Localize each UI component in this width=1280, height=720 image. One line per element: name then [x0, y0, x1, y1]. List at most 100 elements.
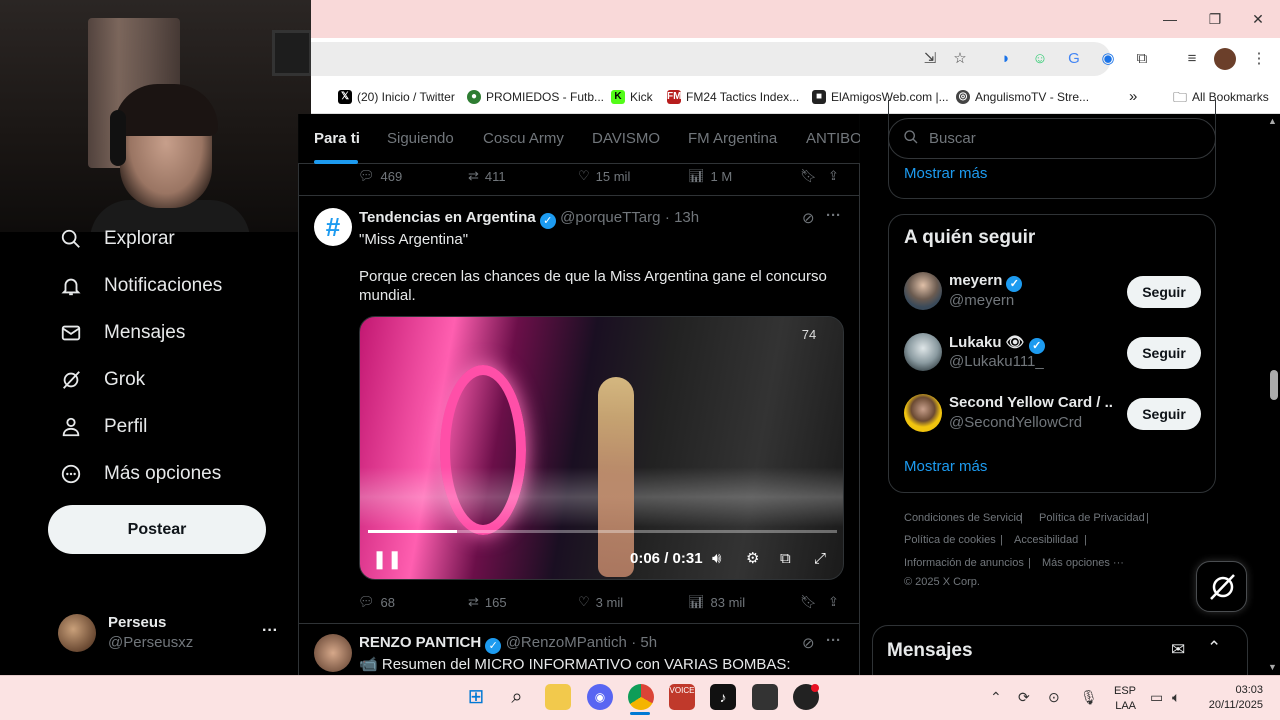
show-more-link[interactable]: Mostrar más — [904, 458, 987, 475]
tweet-time[interactable]: · 5h — [631, 634, 657, 651]
repost-button[interactable]: ⇄ 165 — [468, 592, 507, 612]
voicemeeter-icon[interactable]: VOICE — [669, 684, 695, 710]
show-more-link[interactable]: Mostrar más — [904, 165, 987, 182]
tray-overflow-icon[interactable]: ⌃ — [990, 687, 1002, 707]
follow-user-handle[interactable]: @meyern — [949, 292, 1014, 309]
grok-explain-icon[interactable]: ⊘ — [802, 634, 815, 652]
pause-icon[interactable]: ❚❚ — [372, 547, 402, 571]
follow-button[interactable]: Seguir — [1127, 398, 1201, 430]
follow-user-name[interactable]: Second Yellow Card / ... — [949, 394, 1114, 411]
reply-button[interactable]: 💬︎ 68 — [358, 592, 395, 612]
close-window-button[interactable]: ✕ — [1243, 10, 1273, 28]
pip-icon[interactable]: ⧉ — [780, 547, 791, 571]
follow-user-handle[interactable]: @SecondYellowCrd — [949, 414, 1082, 431]
file-explorer-icon[interactable] — [545, 684, 571, 710]
repost-button[interactable]: ⇄ 411 — [468, 166, 506, 186]
tab-fm-argentina[interactable]: FM Argentina — [688, 130, 777, 147]
sidebar-item-notificaciones[interactable]: Notificaciones — [58, 271, 222, 301]
tweet-author-name[interactable]: Tendencias en Argentina — [359, 209, 536, 226]
avatar[interactable] — [904, 272, 942, 310]
scroll-down-icon[interactable]: ▼ — [1268, 662, 1277, 672]
tab-davismo[interactable]: DAVISMO — [592, 130, 660, 147]
address-bar[interactable] — [311, 42, 1111, 76]
sidebar-item-mas-opciones[interactable]: Más opciones — [58, 459, 221, 489]
clock-date[interactable]: 20/11/2025 — [1195, 699, 1263, 711]
footer-link[interactable]: Política de Privacidad — [1039, 512, 1145, 524]
settings-gear-icon[interactable]: ⚙ — [746, 547, 759, 571]
tweet-avatar[interactable]: # — [314, 208, 352, 246]
app-thumbnail-icon[interactable] — [752, 684, 778, 710]
avatar[interactable] — [904, 394, 942, 432]
tab-antibo[interactable]: ANTIBO — [806, 130, 860, 147]
follow-user-name[interactable]: meyern ✓ — [949, 272, 1023, 292]
footer-link[interactable]: Accesibilidad — [1014, 534, 1078, 546]
tweet-more-icon[interactable]: ··· — [826, 207, 841, 224]
taskbar-search-icon[interactable]: ⌕ — [504, 684, 530, 710]
speaker-icon[interactable]: 🔈︎ — [1172, 687, 1180, 707]
follow-user-handle[interactable]: @Lukaku111_ — [949, 353, 1044, 370]
sidebar-item-explorar[interactable]: Explorar — [58, 224, 175, 254]
tab-siguiendo[interactable]: Siguiendo — [387, 130, 454, 147]
sidebar-item-grok[interactable]: Grok — [58, 365, 145, 395]
search-input[interactable]: Buscar — [888, 118, 1216, 159]
profile-avatar[interactable] — [1214, 48, 1236, 70]
like-button[interactable]: ♡ 15 mil — [578, 166, 630, 186]
account-switcher[interactable]: Perseus @Perseusxz ··· — [58, 612, 288, 656]
footer-link[interactable]: Condiciones de Servicio — [904, 512, 1022, 524]
views-button[interactable]: 📊︎ 1 M — [688, 166, 732, 186]
sidebar-item-mensajes[interactable]: Mensajes — [58, 318, 185, 348]
tab-coscu-army[interactable]: Coscu Army — [483, 130, 564, 147]
reply-button[interactable]: 💬︎ 469 — [358, 166, 402, 186]
avatar[interactable] — [904, 333, 942, 371]
discord-icon[interactable]: ◉ — [587, 684, 613, 710]
sync-icon[interactable]: ⟳ — [1018, 687, 1030, 707]
translate-icon[interactable]: G — [1063, 48, 1085, 70]
post-button[interactable]: Postear — [48, 505, 266, 554]
volume-icon[interactable]: 🔊︎ — [712, 547, 721, 571]
display-icon[interactable]: ▭ — [1150, 687, 1163, 707]
chrome-icon[interactable] — [628, 684, 654, 710]
start-windows-icon[interactable]: ⊞ — [463, 684, 489, 710]
scroll-up-icon[interactable]: ▲ — [1268, 116, 1277, 126]
tweet-author-handle[interactable]: @porqueTTarg — [560, 209, 660, 226]
meet-icon[interactable]: ⊙ — [1048, 687, 1060, 707]
follow-button[interactable]: Seguir — [1127, 337, 1201, 369]
keyboard-layout[interactable]: LAA — [1110, 700, 1136, 712]
tweet-author-handle[interactable]: @RenzoMPantich — [506, 634, 627, 651]
minimize-button[interactable]: — — [1155, 10, 1185, 28]
bookmark-tweet-icon[interactable]: 🔖︎ — [800, 166, 817, 186]
tiktok-icon[interactable]: ♪ — [710, 684, 736, 710]
video-progress-bar[interactable] — [368, 530, 837, 533]
follow-button[interactable]: Seguir — [1127, 276, 1201, 308]
bookmark-promiedos[interactable]: ● PROMIEDOS - Futb... — [467, 86, 604, 108]
clock-time[interactable]: 03:03 — [1195, 684, 1263, 696]
footer-link[interactable]: Más opciones ··· — [1042, 557, 1124, 569]
footer-link[interactable]: Política de cookies — [904, 534, 996, 546]
bookmark-twitter[interactable]: 𝕏 (20) Inicio / Twitter — [338, 86, 455, 108]
browser-menu-icon[interactable]: ⋮ — [1248, 48, 1270, 70]
extension-s-icon[interactable]: ◉ — [1097, 48, 1119, 70]
new-message-icon[interactable]: ✉ — [1171, 640, 1185, 660]
chevron-up-icon[interactable]: ⌃ — [1207, 638, 1221, 658]
follow-user-name[interactable]: Lukaku 👁 ✓ — [949, 333, 1045, 354]
tweet-video[interactable]: 74 ❚❚ 0:06 / 0:31 🔊︎ ⚙ ⧉ ⤢ — [359, 316, 844, 580]
bookmark-kick[interactable]: K Kick — [611, 86, 653, 108]
tab-para-ti[interactable]: Para ti — [314, 130, 360, 147]
install-app-icon[interactable]: ⇲ — [919, 48, 941, 70]
share-icon[interactable]: ⇪ — [828, 592, 839, 612]
tweet-more-icon[interactable]: ··· — [826, 632, 841, 649]
account-menu-icon[interactable]: ··· — [262, 622, 278, 640]
extensions-puzzle-icon[interactable]: ⧉ — [1131, 48, 1153, 70]
read-aloud-icon[interactable]: ◗ — [995, 48, 1017, 70]
tweet-author-name[interactable]: RENZO PANTICH — [359, 634, 481, 651]
bookmark-star-icon[interactable]: ☆ — [949, 48, 971, 70]
grok-floating-button[interactable] — [1196, 561, 1247, 612]
share-icon[interactable]: ⇪ — [828, 166, 839, 186]
bookmark-tweet-icon[interactable]: 🔖︎ — [800, 592, 817, 612]
microphone-icon[interactable]: 🎙︎ — [1080, 687, 1098, 707]
messages-drawer[interactable]: Mensajes ✉ ⌃ — [872, 625, 1248, 680]
like-button[interactable]: ♡ 3 mil — [578, 592, 623, 612]
sidebar-item-perfil[interactable]: Perfil — [58, 412, 147, 442]
bookmark-fm24[interactable]: FM FM24 Tactics Index... — [667, 86, 799, 108]
language-indicator[interactable]: ESP — [1110, 685, 1136, 697]
